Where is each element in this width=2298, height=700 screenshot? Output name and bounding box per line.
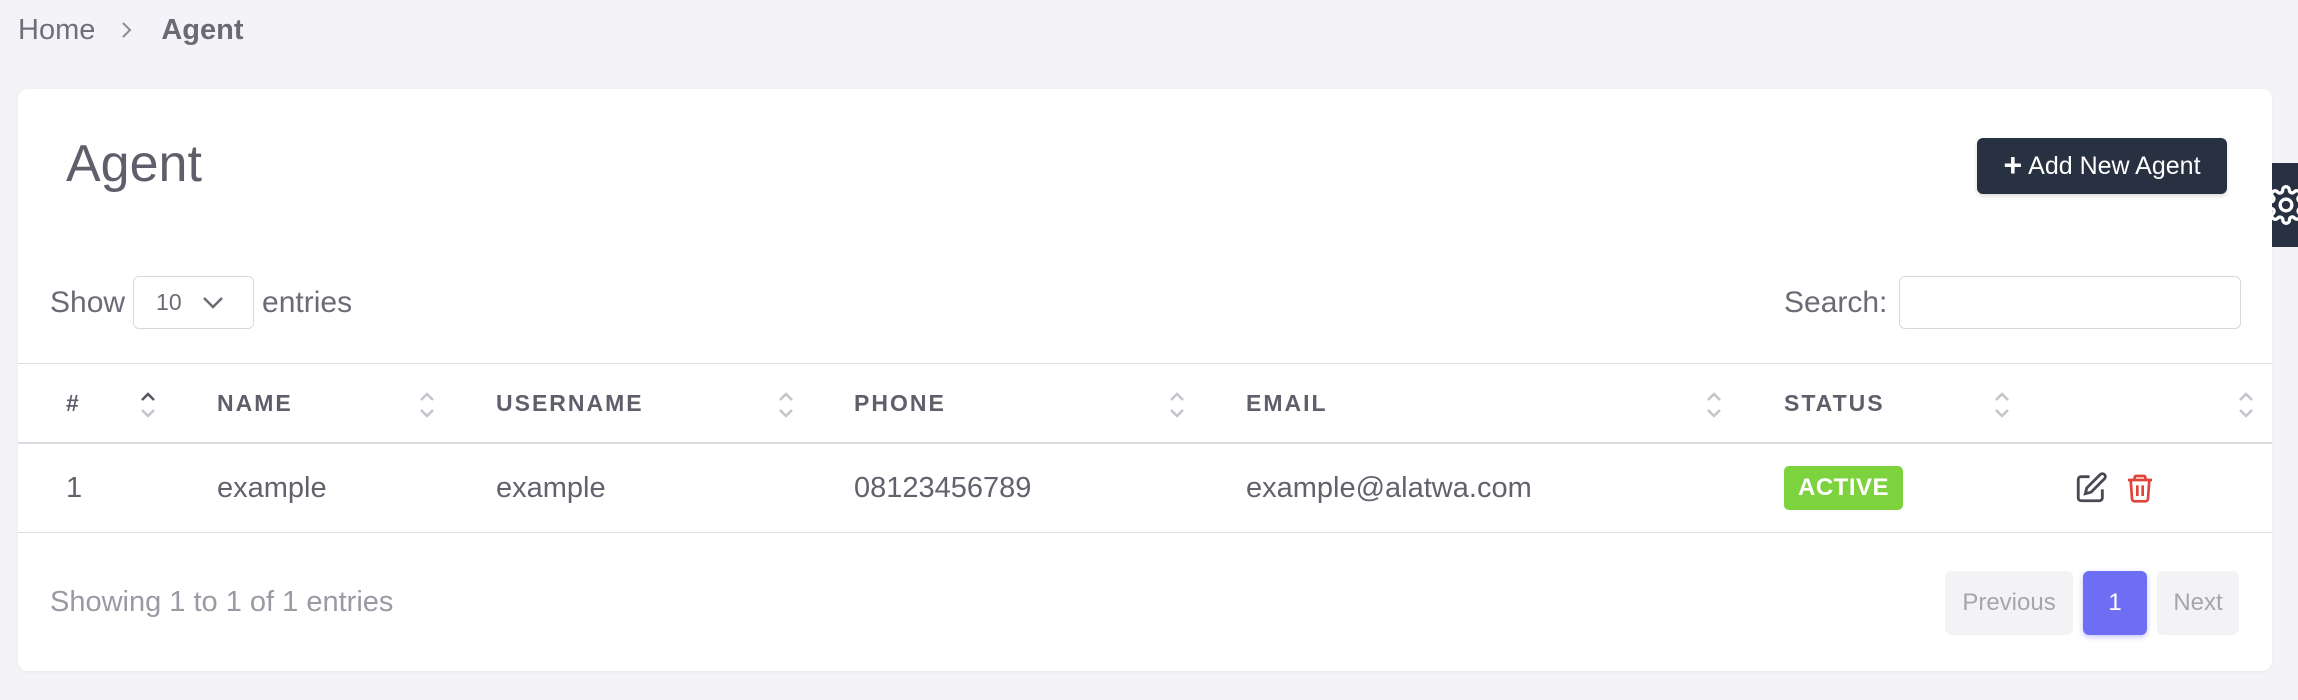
column-header-phone[interactable]: PHONE xyxy=(854,364,946,442)
agent-card: Agent + Add New Agent Show 10 entries Se… xyxy=(18,89,2272,671)
chevron-down-icon xyxy=(202,296,223,309)
chevron-right-icon xyxy=(121,21,133,39)
cell-email: example@alatwa.com xyxy=(1246,471,1532,504)
column-header-email[interactable]: EMAIL xyxy=(1246,364,1328,442)
sort-icon[interactable] xyxy=(1704,384,1724,424)
sort-icon[interactable] xyxy=(1992,384,2012,424)
trash-icon[interactable] xyxy=(2124,471,2156,505)
sort-icon[interactable] xyxy=(2236,384,2256,424)
page-title: Agent xyxy=(66,135,202,193)
edit-icon[interactable] xyxy=(2074,471,2108,505)
breadcrumb: Home Agent xyxy=(18,10,244,50)
show-label: Show xyxy=(50,285,126,319)
table-info: Showing 1 to 1 of 1 entries xyxy=(50,586,394,618)
entries-select[interactable]: 10 xyxy=(133,276,255,329)
column-header-number[interactable]: # xyxy=(66,364,81,442)
cell-status: ACTIVE xyxy=(1784,444,1904,532)
entries-select-value: 10 xyxy=(156,289,182,315)
table-header: # NAME USERNAME PHONE EMAIL STATUS xyxy=(18,363,2272,444)
add-new-agent-label: Add New Agent xyxy=(2028,151,2201,180)
previous-page-button[interactable]: Previous xyxy=(1945,571,2073,635)
cell-phone: 08123456789 xyxy=(854,471,1032,504)
column-header-status[interactable]: STATUS xyxy=(1784,364,1885,442)
search-input[interactable] xyxy=(1899,276,2242,329)
table-row: 1 example example 08123456789 example@al… xyxy=(18,444,2272,533)
entries-label: entries xyxy=(262,285,353,319)
add-new-agent-button[interactable]: + Add New Agent xyxy=(1977,138,2227,194)
plus-icon: + xyxy=(2003,146,2023,183)
search-control: Search: xyxy=(1784,276,2242,329)
page-1-button[interactable]: 1 xyxy=(2083,571,2147,635)
agents-table: # NAME USERNAME PHONE EMAIL STATUS 1 exa… xyxy=(18,363,2272,533)
column-header-name[interactable]: NAME xyxy=(217,364,293,442)
cell-username: example xyxy=(496,471,606,504)
pagination: Previous 1 Next xyxy=(1945,571,2239,635)
status-badge: ACTIVE xyxy=(1784,466,1904,510)
column-header-username[interactable]: USERNAME xyxy=(496,364,644,442)
breadcrumb-home-link[interactable]: Home xyxy=(18,14,95,47)
breadcrumb-current: Agent xyxy=(161,13,244,46)
search-label: Search: xyxy=(1784,285,1888,319)
cell-name: example xyxy=(217,471,327,504)
sort-ascending-icon[interactable] xyxy=(138,384,158,424)
sort-icon[interactable] xyxy=(776,384,796,424)
next-page-button[interactable]: Next xyxy=(2157,571,2239,635)
sort-icon[interactable] xyxy=(1167,384,1187,424)
cell-actions xyxy=(2074,444,2156,532)
cell-number: 1 xyxy=(66,471,83,504)
sort-icon[interactable] xyxy=(417,384,437,424)
entries-length-control: Show 10 entries xyxy=(50,276,352,329)
